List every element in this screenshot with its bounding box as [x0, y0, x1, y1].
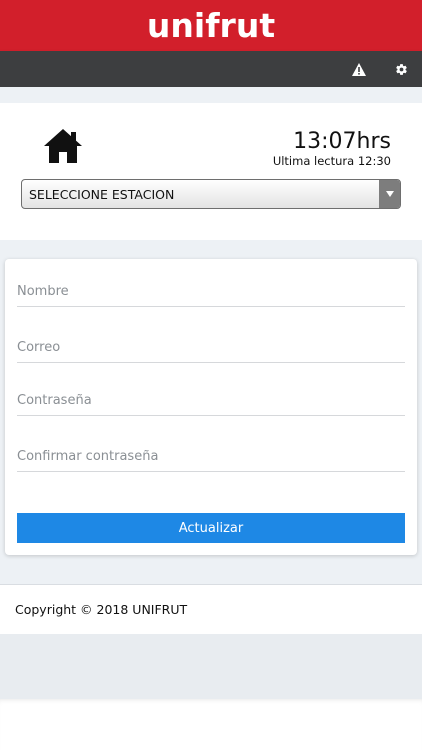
update-button[interactable]: Actualizar: [17, 513, 405, 543]
email-field[interactable]: [17, 333, 405, 363]
station-panel: 13:07hrs Ultima lectura 12:30 SELECCIONE…: [0, 103, 422, 240]
chevron-down-icon: [379, 180, 400, 208]
warning-icon[interactable]: [341, 51, 377, 87]
last-reading: Ultima lectura 12:30: [272, 154, 391, 168]
station-select[interactable]: SELECCIONE ESTACION: [21, 179, 401, 209]
toolbar: [0, 51, 422, 87]
brand-header: unifrut: [0, 0, 422, 51]
footer: Copyright © 2018 UNIFRUT: [0, 584, 422, 634]
gear-icon[interactable]: [383, 51, 419, 87]
page-end: [0, 699, 422, 750]
profile-form: Actualizar: [5, 259, 417, 555]
home-icon[interactable]: [42, 127, 84, 165]
confirm-password-field[interactable]: [17, 442, 405, 472]
spacer-top: [0, 87, 422, 103]
brand-logo: unifrut: [146, 6, 276, 45]
station-select-value: SELECCIONE ESTACION: [29, 186, 175, 202]
spacer-bottom: [0, 634, 422, 699]
name-field[interactable]: [17, 277, 405, 307]
current-time: 13:07hrs: [293, 129, 391, 154]
copyright-text: Copyright © 2018 UNIFRUT: [15, 602, 188, 617]
password-field[interactable]: [17, 386, 405, 416]
